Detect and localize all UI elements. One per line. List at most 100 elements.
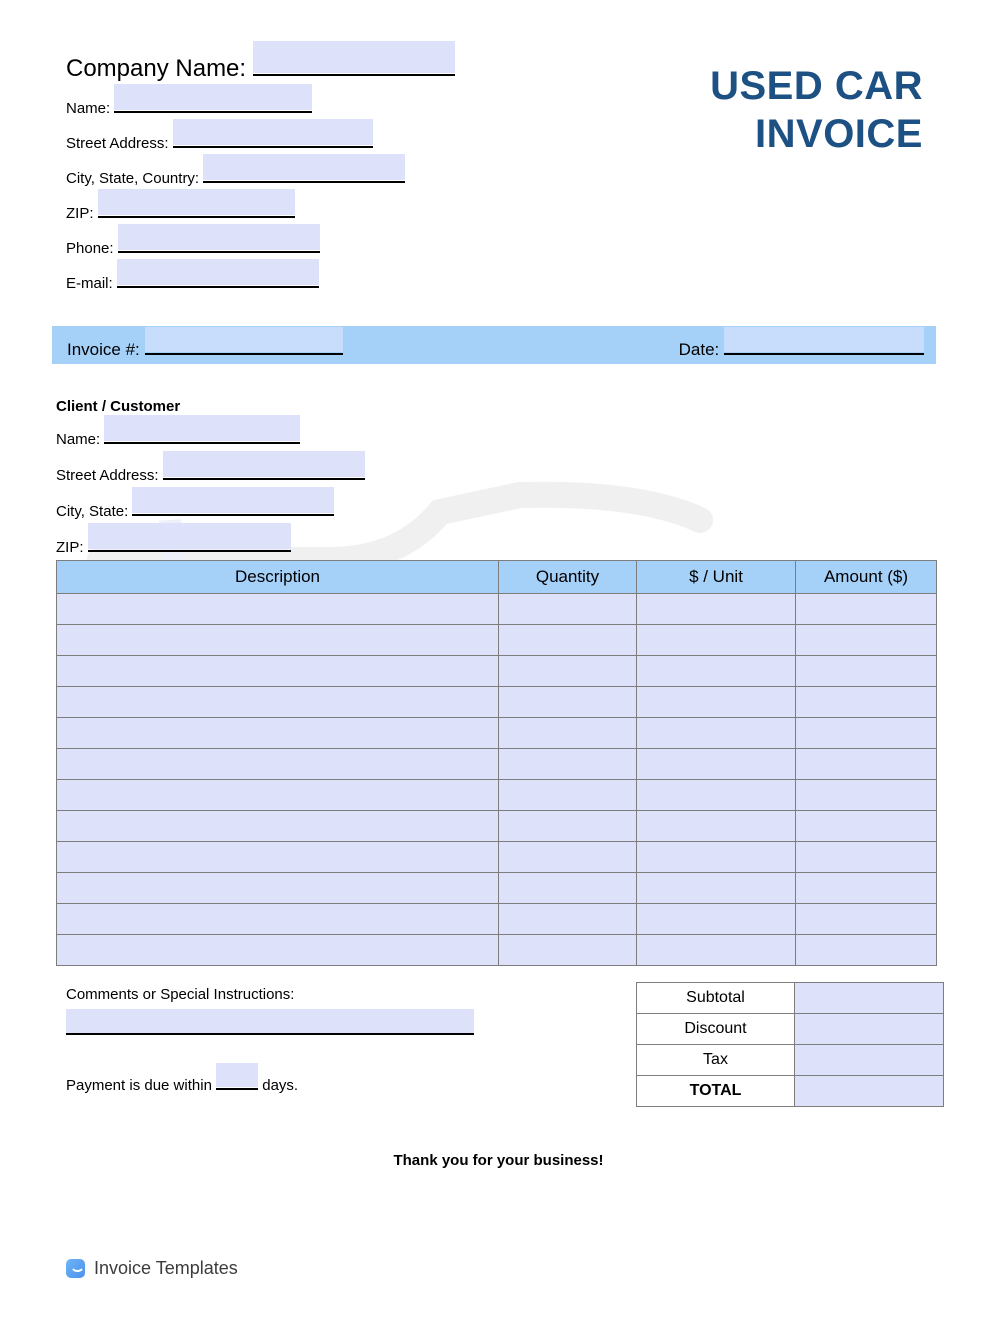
cell-amount[interactable] — [795, 655, 937, 687]
brand-name-label: Invoice Templates — [94, 1258, 238, 1278]
cell-description[interactable] — [56, 748, 499, 780]
client-city-state-label: City, State: — [56, 503, 129, 520]
totals-value-tax[interactable] — [794, 1044, 944, 1076]
cell-quantity[interactable] — [498, 748, 637, 780]
cell-amount[interactable] — [795, 903, 937, 935]
cell-unit-price[interactable] — [636, 934, 796, 966]
table-row — [56, 748, 937, 780]
cell-unit-price[interactable] — [636, 841, 796, 873]
cell-amount[interactable] — [795, 779, 937, 811]
company-zip-label: ZIP: — [66, 205, 94, 222]
cell-description[interactable] — [56, 717, 499, 749]
cell-quantity[interactable] — [498, 717, 637, 749]
table-row — [56, 686, 937, 718]
page-title: USED CAR INVOICE — [710, 62, 923, 158]
totals-label-total: TOTAL — [636, 1075, 795, 1107]
company-email-input[interactable] — [116, 259, 319, 288]
totals-value-subtotal[interactable] — [794, 982, 944, 1014]
invoice-number-input[interactable] — [144, 327, 343, 355]
cell-amount[interactable] — [795, 841, 937, 873]
column-header-unit-price: $ / Unit — [636, 560, 796, 594]
cell-quantity[interactable] — [498, 903, 637, 935]
cell-description[interactable] — [56, 934, 499, 966]
cell-unit-price[interactable] — [636, 624, 796, 656]
cell-quantity[interactable] — [498, 686, 637, 718]
smile-logo-icon — [66, 1259, 85, 1278]
cell-quantity[interactable] — [498, 779, 637, 811]
cell-description[interactable] — [56, 841, 499, 873]
client-field-row: City, State: — [56, 487, 365, 521]
cell-unit-price[interactable] — [636, 655, 796, 687]
totals-value-total[interactable] — [794, 1075, 944, 1107]
cell-description[interactable] — [56, 624, 499, 656]
cell-description[interactable] — [56, 593, 499, 625]
cell-quantity[interactable] — [498, 655, 637, 687]
cell-unit-price[interactable] — [636, 872, 796, 904]
cell-quantity[interactable] — [498, 872, 637, 904]
company-field-row: Name: — [66, 84, 455, 118]
cell-amount[interactable] — [795, 810, 937, 842]
cell-amount[interactable] — [795, 748, 937, 780]
cell-unit-price[interactable] — [636, 748, 796, 780]
company-street-input[interactable] — [172, 119, 373, 148]
table-row — [56, 717, 937, 749]
payment-days-input[interactable] — [216, 1063, 259, 1090]
cell-amount[interactable] — [795, 593, 937, 625]
comments-input[interactable] — [66, 1009, 474, 1035]
client-section-heading: Client / Customer — [56, 398, 181, 415]
table-row — [56, 624, 937, 656]
client-city-state-input[interactable] — [132, 487, 335, 516]
company-field-row: ZIP: — [66, 189, 455, 223]
invoice-date-input[interactable] — [724, 327, 924, 355]
comments-block: Comments or Special Instructions: Paymen… — [66, 986, 474, 1094]
company-phone-label: Phone: — [66, 240, 114, 257]
client-name-input[interactable] — [104, 415, 301, 444]
cell-unit-price[interactable] — [636, 686, 796, 718]
cell-description[interactable] — [56, 655, 499, 687]
cell-description[interactable] — [56, 779, 499, 811]
column-header-description: Description — [56, 560, 499, 594]
client-name-label: Name: — [56, 431, 101, 448]
cell-amount[interactable] — [795, 934, 937, 966]
client-zip-label: ZIP: — [56, 539, 84, 556]
cell-description[interactable] — [56, 903, 499, 935]
cell-unit-price[interactable] — [636, 810, 796, 842]
company-name-input[interactable] — [252, 41, 455, 76]
table-row — [56, 872, 937, 904]
cell-unit-price[interactable] — [636, 779, 796, 811]
cell-unit-price[interactable] — [636, 903, 796, 935]
client-street-input[interactable] — [162, 451, 365, 480]
totals-value-discount[interactable] — [794, 1013, 944, 1045]
cell-description[interactable] — [56, 686, 499, 718]
company-city-state-country-input[interactable] — [203, 154, 406, 183]
company-field-row: E-mail: — [66, 259, 455, 293]
client-zip-input[interactable] — [87, 523, 291, 552]
cell-amount[interactable] — [795, 686, 937, 718]
cell-amount[interactable] — [795, 624, 937, 656]
cell-quantity[interactable] — [498, 593, 637, 625]
cell-unit-price[interactable] — [636, 593, 796, 625]
table-row — [56, 779, 937, 811]
cell-description[interactable] — [56, 872, 499, 904]
company-zip-input[interactable] — [97, 189, 295, 218]
table-row — [56, 903, 937, 935]
table-row — [56, 593, 937, 625]
title-line-1: USED CAR — [710, 64, 923, 108]
company-phone-input[interactable] — [117, 224, 320, 253]
cell-unit-price[interactable] — [636, 717, 796, 749]
thank-you-message: Thank you for your business! — [393, 1152, 604, 1169]
cell-description[interactable] — [56, 810, 499, 842]
company-contact-name-input[interactable] — [114, 84, 313, 113]
cell-amount[interactable] — [795, 717, 937, 749]
column-header-amount: Amount ($) — [795, 560, 937, 594]
comments-label: Comments or Special Instructions: — [66, 986, 295, 1003]
footer-brand[interactable]: Invoice Templates — [66, 1258, 238, 1279]
client-street-label: Street Address: — [56, 467, 159, 484]
company-info-block: Company Name: Name: Street Address: City… — [66, 41, 455, 304]
cell-quantity[interactable] — [498, 841, 637, 873]
cell-quantity[interactable] — [498, 624, 637, 656]
cell-amount[interactable] — [795, 872, 937, 904]
cell-quantity[interactable] — [498, 934, 637, 966]
cell-quantity[interactable] — [498, 810, 637, 842]
invoice-date-group: Date: — [679, 327, 924, 360]
